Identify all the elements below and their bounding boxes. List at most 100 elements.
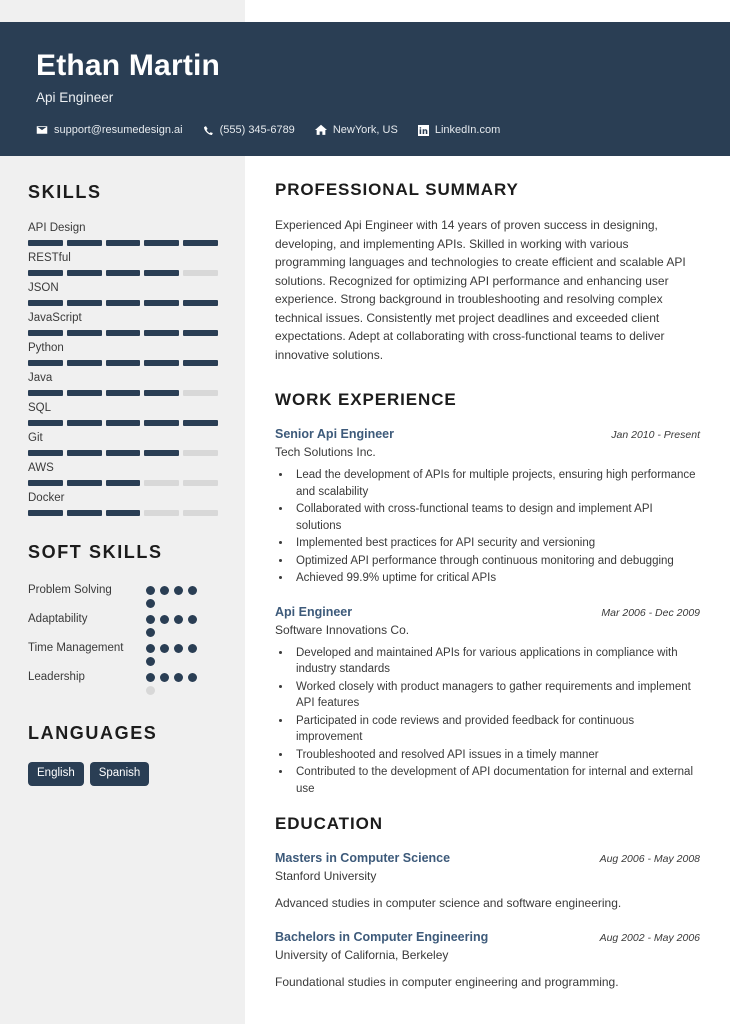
skill-row: API Design: [28, 221, 218, 246]
contact-text: support@resumedesign.ai: [54, 124, 183, 136]
responsibility-item: Achieved 99.9% uptime for critical APIs: [292, 570, 700, 587]
job-title: Api Engineer: [275, 604, 353, 619]
skill-segment: [183, 480, 218, 486]
resume-page: SKILLS API Design RESTful JSON JavaScript Py…: [0, 0, 730, 1024]
skill-row: JSON: [28, 281, 218, 306]
school-name: Stanford University: [275, 869, 377, 883]
soft-skill-label: Time Management: [28, 642, 124, 654]
skill-segment: [66, 300, 102, 306]
contact-list: support@resumedesign.ai (555) 345-6789 New…: [36, 123, 730, 137]
responsibility-list: Developed and maintained APIs for variou…: [292, 645, 700, 798]
soft-skill-row: Time Management: [28, 639, 218, 666]
skill-segment: [183, 240, 218, 246]
language-chip: English: [28, 762, 84, 786]
soft-skill-dots: [146, 610, 198, 637]
phone-icon: [203, 125, 214, 136]
skill-level-bar: [28, 270, 218, 276]
soft-skill-row: Problem Solving: [28, 581, 218, 608]
skill-segment: [183, 510, 218, 516]
skill-level-bar: [28, 510, 218, 516]
soft-skill-dot: [146, 615, 155, 624]
education-description: Advanced studies in computer science and…: [275, 896, 622, 910]
skill-level-bar: [28, 420, 218, 426]
languages-heading: LANGUAGES: [28, 723, 158, 743]
education-description: Foundational studies in computer enginee…: [275, 975, 619, 989]
responsibility-item: Troubleshooted and resolved API issues i…: [292, 747, 700, 764]
skill-row: RESTful: [28, 251, 218, 276]
languages-list: English Spanish: [28, 762, 218, 786]
skill-label: JSON: [28, 282, 59, 294]
company-name: Tech Solutions Inc.: [275, 445, 376, 459]
skill-label: Git: [28, 432, 43, 444]
contact-item-0[interactable]: support@resumedesign.ai: [36, 123, 183, 137]
education-date-range: Aug 2006 - May 2008: [599, 853, 700, 865]
responsibility-item: Collaborated with cross-functional teams…: [292, 501, 700, 534]
skill-segment: [28, 420, 63, 426]
skill-label: Docker: [28, 492, 65, 504]
skill-row: AWS: [28, 461, 218, 486]
education-list: Masters in Computer Science Aug 2006 - Ma…: [275, 850, 700, 991]
contact-text: NewYork, US: [332, 124, 398, 136]
skill-segment: [105, 480, 141, 486]
skill-segment: [28, 330, 63, 336]
company-name: Software Innovations Co.: [275, 622, 410, 637]
skill-segment: [144, 270, 180, 276]
responsibility-item: Developed and maintained APIs for variou…: [292, 645, 700, 678]
soft-skill-dot: [174, 615, 183, 624]
skill-level-bar: [28, 330, 218, 336]
soft-skill-dot: [174, 644, 183, 653]
degree-title: Masters in Computer Science: [275, 851, 451, 865]
experience-list: Senior Api Engineer Jan 2010 - Present Tec…: [275, 426, 700, 797]
soft-skill-dot: [160, 586, 169, 595]
summary-text: Experienced Api Engineer with 14 years o…: [275, 218, 686, 362]
soft-skill-dot: [146, 673, 155, 682]
skill-segment: [66, 450, 102, 456]
skill-row: Python: [28, 341, 218, 366]
skill-label: Python: [28, 342, 64, 354]
education-heading: EDUCATION: [275, 814, 383, 833]
soft-skill-dot: [146, 599, 155, 608]
skills-heading: SKILLS: [28, 182, 102, 202]
skill-segment: [144, 330, 180, 336]
entry-header: Bachelors in Computer Engineering Aug 200…: [275, 929, 700, 946]
soft-skill-dot: [146, 628, 155, 637]
skill-segment: [66, 390, 102, 396]
resume-header: Ethan Martin Api Engineer support@resume…: [0, 22, 730, 156]
skill-segment: [28, 240, 63, 246]
skill-segment: [183, 420, 218, 426]
soft-skill-dots: [146, 581, 198, 608]
skill-row: SQL: [28, 401, 218, 426]
skill-segment: [144, 480, 180, 486]
contact-item-1[interactable]: (555) 345-6789: [203, 123, 295, 137]
contact-item-2[interactable]: NewYork, US: [314, 123, 398, 137]
skill-segment: [66, 330, 102, 336]
skill-level-bar: [28, 450, 218, 456]
skill-segment: [105, 300, 141, 306]
experience-heading: WORK EXPERIENCE: [275, 390, 457, 409]
skill-segment: [28, 270, 63, 276]
soft-skill-row: Leadership: [28, 668, 218, 695]
skill-segment: [28, 390, 63, 396]
soft-skill-dot: [188, 673, 197, 682]
soft-skill-dot: [188, 644, 197, 653]
soft-skill-dot: [160, 644, 169, 653]
skill-row: JavaScript: [28, 311, 218, 336]
skill-label: JavaScript: [28, 312, 82, 324]
envelope-icon: [36, 124, 48, 136]
responsibility-item: Contributed to the development of API do…: [292, 764, 700, 797]
skill-segment: [66, 510, 102, 516]
soft-skills-list: Problem Solving Adaptability Time Manageme…: [28, 581, 218, 695]
skill-segment: [183, 360, 218, 366]
summary-heading: PROFESSIONAL SUMMARY: [275, 180, 519, 199]
skill-segment: [105, 360, 141, 366]
skill-level-bar: [28, 300, 218, 306]
contact-text: LinkedIn.com: [434, 124, 501, 136]
soft-skill-dot: [174, 673, 183, 682]
skill-label: API Design: [28, 222, 86, 234]
soft-skill-dot: [146, 586, 155, 595]
responsibility-item: Optimized API performance through contin…: [292, 553, 700, 570]
soft-skill-row: Adaptability: [28, 610, 218, 637]
soft-skill-dot: [160, 615, 169, 624]
contact-item-3[interactable]: LinkedIn.com: [417, 123, 501, 137]
skill-segment: [144, 510, 180, 516]
